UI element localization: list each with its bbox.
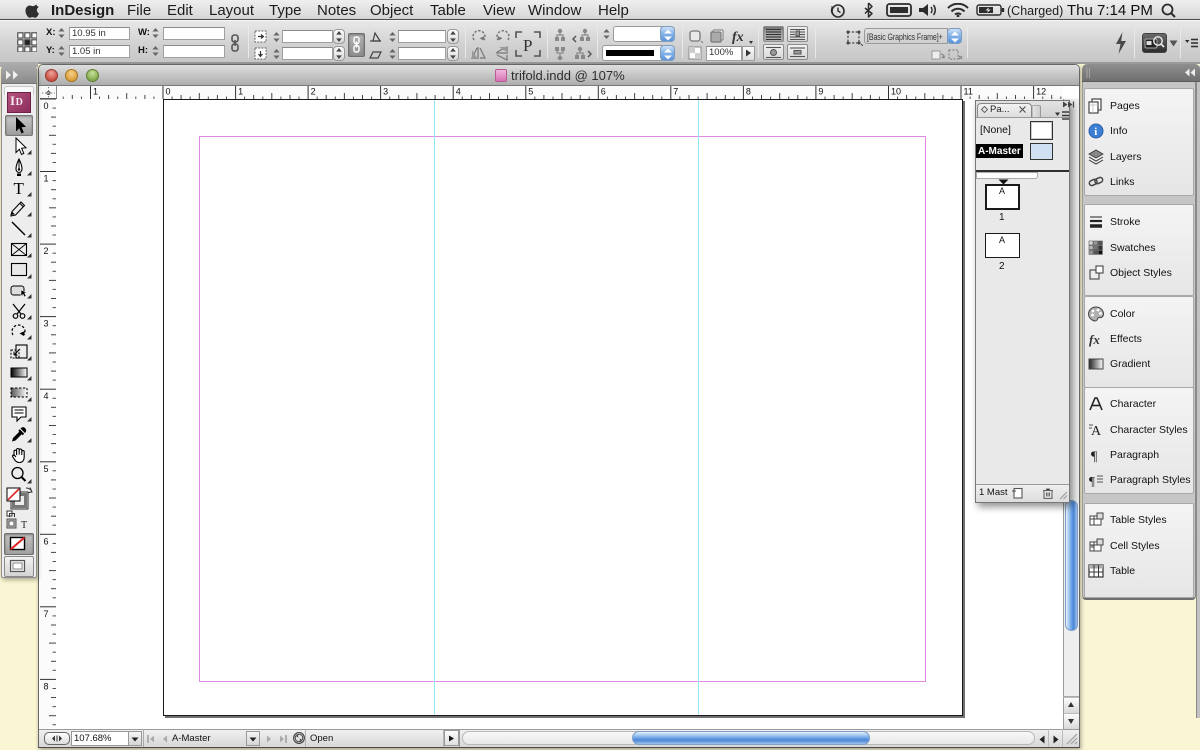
svg-text:P: P bbox=[523, 36, 532, 55]
svg-text:8: 8 bbox=[44, 681, 49, 691]
svg-text:0: 0 bbox=[166, 87, 171, 97]
svg-text:¶: ¶ bbox=[1089, 474, 1095, 489]
svg-text:fx: fx bbox=[732, 30, 744, 44]
svg-text:2: 2 bbox=[44, 246, 49, 256]
svg-text:9: 9 bbox=[818, 87, 823, 97]
svg-text:3: 3 bbox=[44, 319, 49, 329]
svg-text:3: 3 bbox=[383, 87, 388, 97]
svg-text:T: T bbox=[14, 179, 25, 197]
svg-text:1: 1 bbox=[93, 87, 98, 97]
svg-text:4: 4 bbox=[456, 87, 461, 97]
svg-text:7: 7 bbox=[44, 609, 49, 619]
svg-text:11: 11 bbox=[964, 87, 973, 97]
svg-text:4: 4 bbox=[44, 391, 49, 401]
svg-text:¶: ¶ bbox=[1091, 450, 1098, 464]
svg-text:fx: fx bbox=[1089, 332, 1100, 347]
svg-text:7: 7 bbox=[673, 87, 678, 97]
svg-text:0: 0 bbox=[44, 101, 49, 111]
svg-text:12: 12 bbox=[1036, 87, 1046, 97]
svg-text:2: 2 bbox=[311, 87, 316, 97]
svg-text:i: i bbox=[1094, 126, 1097, 138]
svg-text:5: 5 bbox=[528, 87, 533, 97]
svg-text:1: 1 bbox=[238, 87, 243, 97]
svg-text:1: 1 bbox=[44, 174, 49, 184]
svg-text:T: T bbox=[21, 520, 27, 530]
svg-text:10: 10 bbox=[891, 87, 901, 97]
svg-text:6: 6 bbox=[44, 536, 49, 546]
svg-text:6: 6 bbox=[601, 87, 606, 97]
svg-text:5: 5 bbox=[44, 464, 49, 474]
svg-text:A: A bbox=[1091, 424, 1102, 438]
svg-text:8: 8 bbox=[746, 87, 751, 97]
